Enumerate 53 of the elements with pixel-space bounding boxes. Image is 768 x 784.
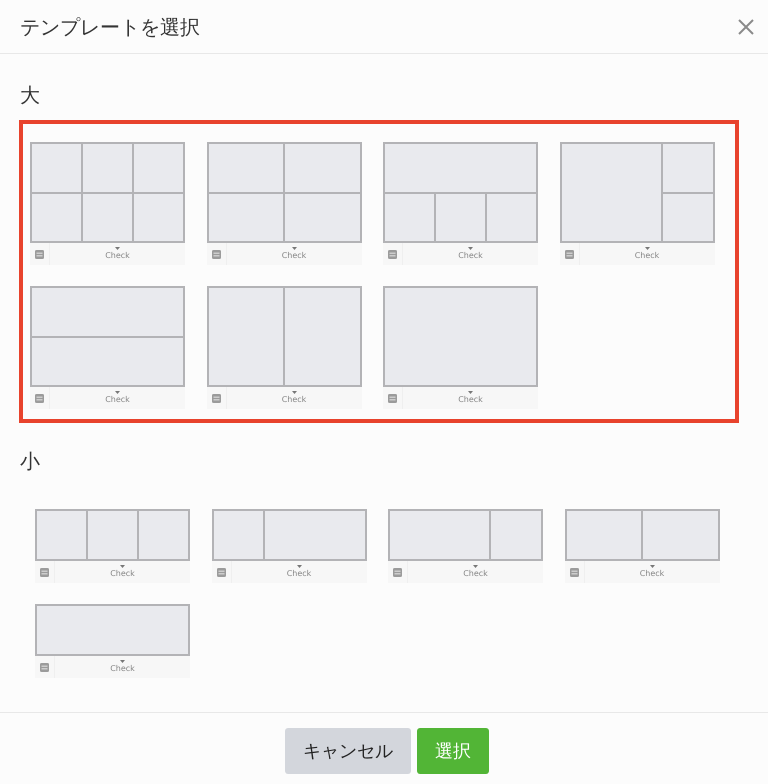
- template-caption: Check: [110, 664, 135, 674]
- template-caption: Check: [463, 569, 488, 579]
- template-caption: Check: [458, 251, 483, 261]
- layout-drawing[interactable]: [35, 604, 190, 656]
- caret-icon[interactable]: [468, 247, 473, 250]
- section-label: 大: [20, 83, 40, 107]
- layout-drawing[interactable]: [206, 286, 362, 387]
- list-icon[interactable]: [564, 250, 574, 258]
- caret-icon[interactable]: [468, 391, 473, 394]
- layout-drawing[interactable]: [35, 509, 190, 561]
- list-icon[interactable]: [212, 394, 220, 402]
- layout-drawing[interactable]: [30, 286, 185, 387]
- caret-icon[interactable]: [292, 391, 296, 394]
- layout-drawing[interactable]: [564, 509, 720, 561]
- caret-icon[interactable]: [120, 565, 125, 568]
- caret-icon[interactable]: [120, 660, 125, 663]
- template-caption: Check: [105, 251, 130, 261]
- cancel-button[interactable]: キャンセル: [285, 728, 411, 774]
- template-caption: Check: [105, 395, 130, 405]
- caret-icon[interactable]: [296, 565, 302, 568]
- list-icon[interactable]: [393, 568, 402, 576]
- template-caption: Check: [282, 395, 306, 405]
- layout-drawing[interactable]: [383, 142, 538, 243]
- list-icon[interactable]: [388, 250, 397, 258]
- list-icon[interactable]: [40, 568, 49, 576]
- list-icon[interactable]: [35, 250, 44, 258]
- template-caption: Check: [634, 251, 660, 261]
- list-icon[interactable]: [212, 250, 220, 258]
- section-label: 小: [20, 449, 40, 473]
- list-icon[interactable]: [35, 394, 44, 402]
- caret-icon[interactable]: [650, 565, 654, 568]
- list-icon[interactable]: [570, 568, 578, 576]
- template-caption: Check: [110, 569, 135, 579]
- layout-drawing[interactable]: [212, 509, 366, 561]
- close-icon[interactable]: [738, 18, 754, 34]
- template-caption: Check: [640, 569, 664, 579]
- template-caption: Check: [458, 395, 483, 405]
- template-caption: Check: [282, 251, 306, 261]
- list-icon[interactable]: [216, 568, 226, 576]
- layout-drawing[interactable]: [560, 142, 714, 243]
- caret-icon[interactable]: [644, 247, 650, 250]
- list-icon[interactable]: [388, 394, 397, 402]
- dialog-title: テンプレートを選択: [20, 14, 200, 40]
- layout-drawing[interactable]: [206, 142, 362, 243]
- caret-icon[interactable]: [292, 247, 296, 250]
- layout-drawing[interactable]: [30, 142, 185, 243]
- list-icon[interactable]: [40, 662, 49, 672]
- layout-drawing[interactable]: [383, 286, 538, 387]
- caret-icon[interactable]: [115, 247, 120, 250]
- caret-icon[interactable]: [473, 565, 478, 568]
- layout-drawing[interactable]: [388, 509, 543, 561]
- template-caption: Check: [286, 569, 312, 579]
- caret-icon[interactable]: [115, 391, 120, 394]
